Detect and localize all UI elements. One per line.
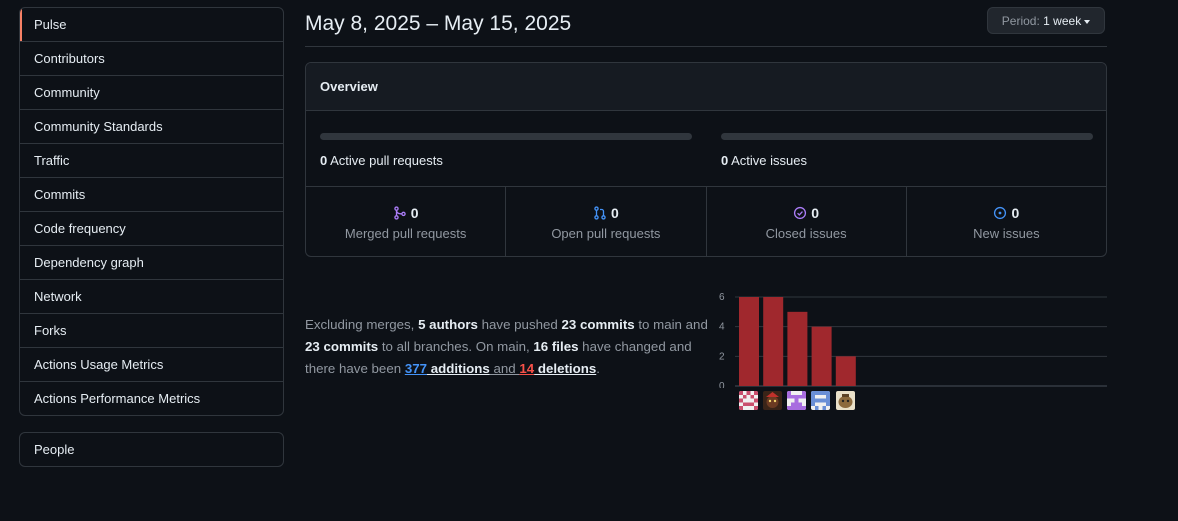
additions-link[interactable]: 377 additions [405,361,490,376]
nav-item-community-standards[interactable]: Community Standards [20,109,283,143]
active-issues-count: 0 [721,153,729,168]
summary-text-6: and [489,361,520,376]
insights-nav: Pulse Contributors Community Community S… [19,7,284,416]
summary-text-3: to main and [634,317,708,332]
commit-bar[interactable] [739,297,759,386]
additions-count: 377 [404,361,427,376]
active-prs-summary: 0 Active pull requests [320,111,692,168]
nav-item-network[interactable]: Network [20,279,283,313]
overview-title: Overview [306,63,1106,111]
nav-item-traffic[interactable]: Traffic [20,143,283,177]
active-issues-link[interactable]: 0 Active issues [721,153,1093,168]
merged-prs-label: Merged pull requests [344,226,467,241]
deletions-link[interactable]: 14 deletions [519,361,596,376]
commit-bar[interactable] [835,356,856,386]
open-prs-count: 0 [610,205,619,221]
merged-prs-stat[interactable]: 0 Merged pull requests [306,187,505,256]
nav-item-actions-performance-metrics[interactable]: Actions Performance Metrics [20,381,283,415]
open-prs-stat[interactable]: 0 Open pull requests [505,187,705,256]
active-prs-link[interactable]: 0 Active pull requests [320,153,692,168]
summary-files: 16 files [533,339,579,354]
nav-item-actions-usage-metrics[interactable]: Actions Usage Metrics [20,347,283,381]
nav-item-commits[interactable]: Commits [20,177,283,211]
merged-prs-count-line: 0 [306,205,505,221]
y-tick-label: 6 [719,292,725,303]
nav-item-dependency-graph[interactable]: Dependency graph [20,245,283,279]
summary-authors: 5 authors [418,317,478,332]
closed-issues-stat[interactable]: 0 Closed issues [705,187,906,256]
period-value: 1 week [1043,14,1082,28]
closed-issues-count-line: 0 [707,205,906,221]
nav-item-community[interactable]: Community [20,75,283,109]
git-pull-request-icon [594,206,606,220]
active-issues-label: Active issues [731,153,808,168]
open-prs-label: Open pull requests [551,226,661,241]
git-merge-icon [393,206,406,220]
active-issues-progress [721,133,1093,140]
closed-issues-label: Closed issues [765,226,847,241]
nav-item-contributors[interactable]: Contributors [20,41,283,75]
commit-bar[interactable] [763,297,784,386]
summary-text-2: have pushed [477,317,562,332]
summary-text-7: . [596,361,600,376]
additions-word: additions [427,361,490,376]
issue-opened-icon [994,206,1007,220]
nav-item-people[interactable]: People [20,433,283,466]
commits-by-author-chart: 0 2 4 6 [713,288,1113,418]
active-issues-summary: 0 Active issues [721,111,1093,168]
author-avatar-1[interactable] [739,391,758,410]
author-avatar-3[interactable] [787,391,806,410]
active-prs-label: Active pull requests [330,153,443,168]
deletions-count: 14 [519,361,535,376]
period-select-button[interactable]: Period: 1 week [987,7,1105,34]
overview-stats-row: 0 Merged pull requests 0 Open pull reque… [306,187,1106,256]
author-avatar-5[interactable] [836,391,855,410]
summary-commits-main: 23 commits [561,317,635,332]
period-label: Period: [1001,14,1040,28]
nav-item-pulse[interactable]: Pulse [20,8,283,41]
commits-bar-chart: 0 2 4 6 [719,292,1107,388]
new-issues-stat[interactable]: 0 New issues [905,187,1106,256]
page-title: May 8, 2025 – May 15, 2025 [305,12,572,35]
commit-summary: Excluding merges, 5 authors have pushed … [305,314,710,380]
active-prs-count: 0 [320,153,328,168]
nav-item-forks[interactable]: Forks [20,313,283,347]
open-prs-count-line: 0 [506,205,705,221]
overview-progress-row: 0 Active pull requests 0 Active issues [306,111,1106,187]
issue-closed-icon [794,206,807,220]
author-avatar-2[interactable] [763,391,782,410]
new-issues-label: New issues [973,226,1040,241]
commit-bar[interactable] [811,326,832,386]
summary-text-4: to all branches. On main, [378,339,534,354]
closed-issues-count: 0 [811,205,820,221]
y-tick-label: 2 [719,351,725,362]
new-issues-count: 0 [1011,205,1020,221]
people-nav: People [19,432,284,467]
merged-prs-count: 0 [410,205,419,221]
caret-down-icon [1084,19,1091,24]
active-prs-progress [320,133,692,140]
nav-item-code-frequency[interactable]: Code frequency [20,211,283,245]
y-tick-label: 4 [719,322,725,333]
header-divider [305,46,1107,47]
commit-bar[interactable] [787,311,808,386]
summary-commits-all: 23 commits [305,339,379,354]
author-avatar-4[interactable] [811,391,830,410]
deletions-word: deletions [534,361,597,376]
overview-box: Overview 0 Active pull requests 0 Active… [305,62,1107,257]
y-tick-label: 0 [719,381,725,388]
new-issues-count-line: 0 [907,205,1106,221]
summary-text-1: Excluding merges, [305,317,419,332]
